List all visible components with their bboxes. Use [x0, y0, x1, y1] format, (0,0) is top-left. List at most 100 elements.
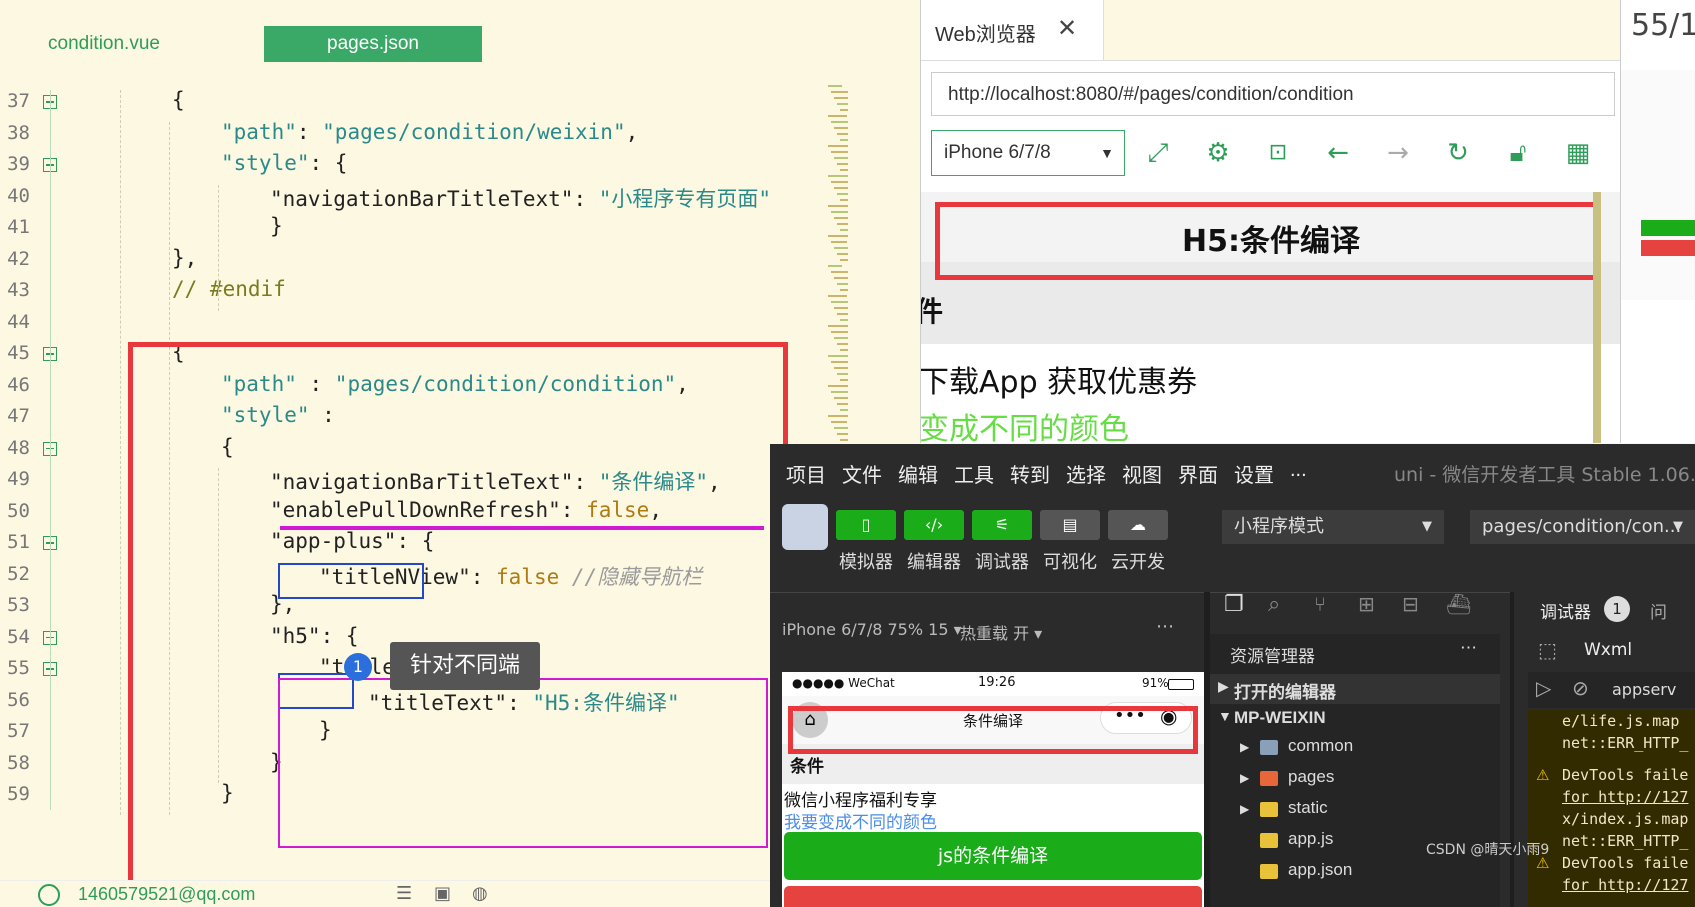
- minimap-line: [837, 313, 848, 315]
- list-icon[interactable]: ☰: [396, 883, 412, 904]
- chevron-right-icon[interactable]: ▶: [1240, 740, 1249, 754]
- indent-guide: [218, 184, 219, 311]
- qrcode-icon[interactable]: ▦: [1563, 138, 1593, 168]
- line-number: 40: [7, 184, 30, 207]
- tab-pages-json[interactable]: pages.json: [264, 26, 482, 62]
- terminal-icon[interactable]: ▣: [434, 883, 451, 904]
- context-select[interactable]: appserv: [1612, 680, 1676, 699]
- page-path-select[interactable]: pages/condition/con... ▼: [1470, 510, 1695, 544]
- tree-item[interactable]: app.json: [1288, 860, 1352, 880]
- project-label[interactable]: MP-WEIXIN: [1234, 708, 1326, 728]
- files-icon[interactable]: ❐: [1224, 592, 1244, 617]
- line-number: 57: [7, 720, 30, 742]
- tree-item[interactable]: pages: [1288, 767, 1334, 787]
- minimap-line: [831, 151, 848, 153]
- toolbar-button[interactable]: ‹/›: [904, 510, 964, 540]
- folder-icon: [1260, 771, 1278, 786]
- refresh-icon[interactable]: ↻: [1443, 138, 1473, 168]
- tree-item[interactable]: app.js: [1288, 829, 1333, 849]
- url-input[interactable]: http://localhost:8080/#/pages/condition/…: [931, 72, 1615, 116]
- minimap-line: [834, 397, 848, 399]
- highlight-magenta-box: [278, 678, 768, 848]
- sim-device-select[interactable]: iPhone 6/7/8 75% 15 ▾: [782, 620, 962, 639]
- code-editor[interactable]: condition.vue pages.json 37 {38 "path": "p…: [0, 0, 848, 907]
- code-line[interactable]: "style": {: [221, 151, 347, 175]
- line-number: 44: [7, 310, 30, 333]
- browser-scrollbar[interactable]: [1593, 192, 1601, 443]
- device-select[interactable]: iPhone 6/7/8 ▼: [931, 130, 1125, 176]
- back-arrow-icon[interactable]: ←: [1323, 138, 1353, 168]
- close-icon[interactable]: ✕: [1057, 14, 1077, 42]
- more-icon[interactable]: ⋯: [1156, 616, 1174, 637]
- minimap-line: [831, 271, 848, 273]
- rotate-icon[interactable]: ⤢: [1143, 138, 1173, 168]
- hot-reload-toggle[interactable]: 热重载 开 ▾: [960, 620, 1042, 644]
- more-icon[interactable]: ⋯: [1460, 638, 1477, 658]
- minimap-line: [837, 403, 848, 405]
- js-condition-button[interactable]: js的条件编译: [784, 832, 1202, 880]
- battery-icon: [1168, 679, 1194, 690]
- storage-icon[interactable]: ⊟: [1402, 592, 1419, 616]
- minimap-line: [840, 439, 848, 441]
- minimap-line: [840, 409, 848, 411]
- search-icon[interactable]: ⌕: [1268, 592, 1280, 617]
- fold-gutter-line: [50, 90, 51, 810]
- chevron-down-icon: ▼: [1422, 519, 1432, 534]
- forward-arrow-icon[interactable]: →: [1383, 138, 1413, 168]
- line-number: 54: [7, 625, 30, 648]
- console-line: for http://127: [1562, 788, 1689, 806]
- toolbar-button[interactable]: ▯: [836, 510, 896, 540]
- chevron-right-icon[interactable]: ▶: [1240, 771, 1249, 785]
- console-line: for http://127: [1562, 876, 1689, 894]
- tree-item[interactable]: static: [1288, 798, 1328, 818]
- code-token: "path": [221, 119, 297, 144]
- browser-tab[interactable]: Web浏览器 ✕: [921, 0, 1104, 60]
- code-line[interactable]: // #endif: [172, 277, 286, 301]
- toolbar-button[interactable]: ▤: [1040, 510, 1100, 540]
- extensions-icon[interactable]: ⊞: [1358, 592, 1375, 616]
- minimap-line: [828, 175, 848, 177]
- git-icon[interactable]: ⑂: [1314, 592, 1326, 616]
- inspect-icon[interactable]: ⬚: [1538, 638, 1557, 662]
- code-token: "小程序专有页面": [598, 186, 772, 211]
- toolbar-button[interactable]: ⚟: [972, 510, 1032, 540]
- console-icon[interactable]: ⊡: [1263, 138, 1293, 168]
- globe-icon[interactable]: ◍: [472, 883, 488, 904]
- console-line: x/index.js.map: [1562, 810, 1689, 828]
- code-line[interactable]: "navigationBarTitleText": "小程序专有页面": [270, 183, 771, 213]
- red-button[interactable]: [784, 886, 1202, 907]
- editor-tab-bar: condition.vue pages.json: [0, 0, 848, 80]
- play-icon[interactable]: ▷: [1536, 676, 1551, 700]
- console-toolbar: ▷ ⊘ appserv: [1528, 672, 1695, 708]
- highlight-red-phone-nav: [788, 706, 1198, 754]
- code-token: :: [573, 186, 599, 211]
- tree-item[interactable]: common: [1288, 736, 1353, 756]
- chevron-right-icon[interactable]: ▶: [1240, 802, 1249, 816]
- minimap-line: [831, 91, 848, 93]
- code-line[interactable]: {: [172, 88, 185, 112]
- line-number: 46: [7, 373, 30, 396]
- tab-issues[interactable]: 问: [1650, 598, 1667, 623]
- line-number: 41: [7, 216, 30, 238]
- minimap-line: [828, 295, 847, 297]
- pane-divider[interactable]: [1510, 592, 1514, 907]
- code-line[interactable]: },: [172, 246, 197, 270]
- block-icon[interactable]: ⊘: [1572, 676, 1589, 700]
- gear-icon[interactable]: ⚙: [1203, 138, 1233, 168]
- status-bar: 1460579521@qq.com ☰ ▣ ◍: [0, 880, 848, 907]
- docker-icon[interactable]: ⛴︎: [1446, 592, 1471, 616]
- code-line[interactable]: }: [270, 214, 283, 238]
- tab-wxml[interactable]: Wxml: [1584, 640, 1632, 660]
- minimap-line: [831, 181, 848, 183]
- code-line[interactable]: "path": "pages/condition/weixin",: [221, 120, 638, 144]
- tab-condition-vue[interactable]: condition.vue: [48, 26, 248, 62]
- minimap-line: [828, 85, 842, 87]
- tab-debugger[interactable]: 调试器: [1540, 598, 1591, 623]
- minimap-line: [837, 433, 848, 435]
- unlock-icon[interactable]: 🔓︎: [1503, 138, 1533, 168]
- mode-select[interactable]: 小程序模式 ▼: [1222, 510, 1444, 544]
- toolbar-button[interactable]: ☁: [1108, 510, 1168, 540]
- code-token: {: [172, 88, 185, 112]
- side-window-fragment: 55/1: [1620, 0, 1695, 443]
- minimap[interactable]: [828, 85, 848, 445]
